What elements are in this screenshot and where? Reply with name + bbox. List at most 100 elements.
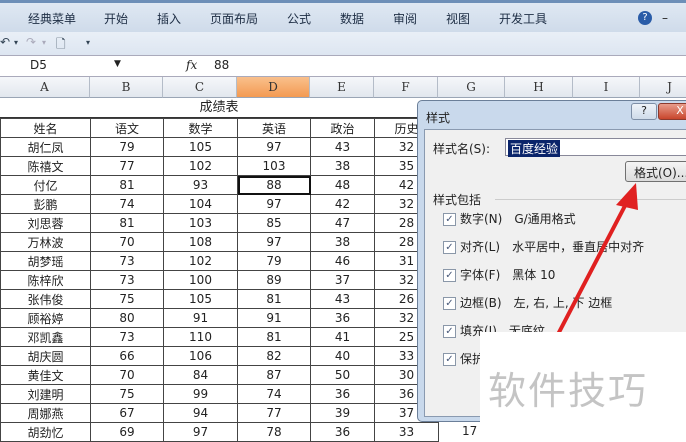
table-cell[interactable]: 陈梓欣	[0, 270, 91, 290]
table-cell[interactable]: 67	[90, 403, 164, 423]
table-cell[interactable]: 38	[310, 156, 375, 176]
column-header-b[interactable]: B	[90, 77, 163, 98]
style-name-input[interactable]: 百度经验	[505, 138, 686, 157]
minimize-button[interactable]: –	[662, 11, 668, 25]
help-button[interactable]: ?	[631, 103, 657, 120]
table-cell[interactable]: 87	[237, 365, 311, 385]
table-cell[interactable]: 97	[163, 422, 238, 442]
table-cell[interactable]: 97	[237, 232, 311, 252]
column-label[interactable]: 语文	[90, 118, 164, 138]
table-cell[interactable]: 彭鹏	[0, 194, 91, 214]
format-button[interactable]: 格式(O)...	[625, 161, 686, 182]
table-cell[interactable]: 万林波	[0, 232, 91, 252]
table-cell[interactable]: 66	[90, 346, 164, 366]
table-cell[interactable]: 46	[310, 251, 375, 271]
name-box[interactable]: D5	[0, 56, 126, 76]
checkbox[interactable]: ✓	[443, 353, 456, 366]
table-cell[interactable]: 43	[310, 137, 375, 157]
function-icon[interactable]: fx	[186, 58, 197, 72]
table-cell[interactable]: 84	[163, 365, 238, 385]
column-label[interactable]: 英语	[237, 118, 311, 138]
table-cell[interactable]: 103	[163, 213, 238, 233]
table-cell[interactable]: 100	[163, 270, 238, 290]
table-cell[interactable]: 73	[90, 270, 164, 290]
undo-icon[interactable]: ↶	[0, 35, 10, 49]
table-cell[interactable]: 47	[310, 213, 375, 233]
table-cell[interactable]: 99	[163, 384, 238, 404]
checkbox[interactable]: ✓	[443, 269, 456, 282]
table-cell[interactable]: 105	[163, 289, 238, 309]
column-header-j[interactable]: J	[640, 77, 686, 98]
table-cell[interactable]: 75	[90, 289, 164, 309]
table-cell[interactable]: 97	[237, 137, 311, 157]
table-cell[interactable]: 85	[237, 213, 311, 233]
tab-home[interactable]: 开始	[104, 10, 128, 27]
table-cell[interactable]: 81	[237, 289, 311, 309]
table-cell[interactable]: 93	[163, 175, 238, 195]
undo-dropdown-icon[interactable]: ▾	[14, 38, 18, 47]
table-cell[interactable]: 69	[90, 422, 164, 442]
table-cell[interactable]: 胡仁凤	[0, 137, 91, 157]
column-header-h[interactable]: H	[505, 77, 573, 98]
table-cell[interactable]: 91	[163, 308, 238, 328]
table-cell[interactable]: 胡劲忆	[0, 422, 91, 442]
table-cell[interactable]: 97	[237, 194, 311, 214]
table-cell[interactable]: 91	[237, 308, 311, 328]
customize-qat-icon[interactable]: ▾	[86, 38, 90, 47]
table-cell[interactable]: 36	[310, 384, 375, 404]
table-cell[interactable]: 33	[374, 422, 439, 442]
checkbox[interactable]: ✓	[443, 213, 456, 226]
table-cell[interactable]: 43	[310, 289, 375, 309]
column-header-g[interactable]: G	[438, 77, 505, 98]
table-cell[interactable]: 70	[90, 365, 164, 385]
table-cell[interactable]: 36	[310, 308, 375, 328]
table-cell[interactable]: 94	[163, 403, 238, 423]
table-cell[interactable]: 102	[163, 156, 238, 176]
table-cell[interactable]: 40	[310, 346, 375, 366]
table-cell[interactable]: 104	[163, 194, 238, 214]
table-cell[interactable]: 70	[90, 232, 164, 252]
table-cell[interactable]: 105	[163, 137, 238, 157]
table-cell[interactable]: 陈禧文	[0, 156, 91, 176]
tab-formulas[interactable]: 公式	[287, 10, 311, 27]
checkbox[interactable]: ✓	[443, 325, 456, 338]
table-cell[interactable]: 81	[90, 175, 164, 195]
table-cell[interactable]: 顾裕婷	[0, 308, 91, 328]
redo-dropdown-icon[interactable]: ▾	[42, 38, 46, 47]
table-cell[interactable]: 79	[237, 251, 311, 271]
column-label[interactable]: 数学	[163, 118, 238, 138]
table-cell[interactable]: 78	[237, 422, 311, 442]
column-header-c[interactable]: C	[163, 77, 237, 98]
tab-page-layout[interactable]: 页面布局	[210, 10, 258, 27]
table-cell[interactable]: 102	[163, 251, 238, 271]
column-header-e[interactable]: E	[310, 77, 374, 98]
table-cell[interactable]: 50	[310, 365, 375, 385]
cell-g-partial[interactable]: 17	[462, 424, 477, 438]
table-cell[interactable]: 81	[90, 213, 164, 233]
table-cell[interactable]: 38	[310, 232, 375, 252]
table-cell[interactable]: 胡庆圆	[0, 346, 91, 366]
table-cell[interactable]: 75	[90, 384, 164, 404]
column-header-i[interactable]: I	[573, 77, 640, 98]
table-cell[interactable]: 106	[163, 346, 238, 366]
close-button[interactable]: X	[658, 103, 686, 120]
table-cell[interactable]: 42	[310, 194, 375, 214]
checkbox[interactable]: ✓	[443, 241, 456, 254]
table-cell[interactable]: 82	[237, 346, 311, 366]
table-cell[interactable]: 81	[237, 327, 311, 347]
table-cell[interactable]: 黄佳文	[0, 365, 91, 385]
table-cell[interactable]: 36	[310, 422, 375, 442]
column-label[interactable]: 政治	[310, 118, 375, 138]
help-icon[interactable]: ?	[638, 11, 652, 25]
table-cell[interactable]: 108	[163, 232, 238, 252]
table-cell[interactable]: 张伟俊	[0, 289, 91, 309]
table-cell[interactable]: 37	[310, 270, 375, 290]
tab-review[interactable]: 审阅	[393, 10, 417, 27]
table-cell[interactable]: 73	[90, 251, 164, 271]
table-cell[interactable]: 77	[237, 403, 311, 423]
table-cell[interactable]: 邓凯鑫	[0, 327, 91, 347]
table-cell[interactable]: 89	[237, 270, 311, 290]
table-cell[interactable]: 79	[90, 137, 164, 157]
redo-icon[interactable]: ↷	[26, 35, 36, 49]
tab-insert[interactable]: 插入	[157, 10, 181, 27]
